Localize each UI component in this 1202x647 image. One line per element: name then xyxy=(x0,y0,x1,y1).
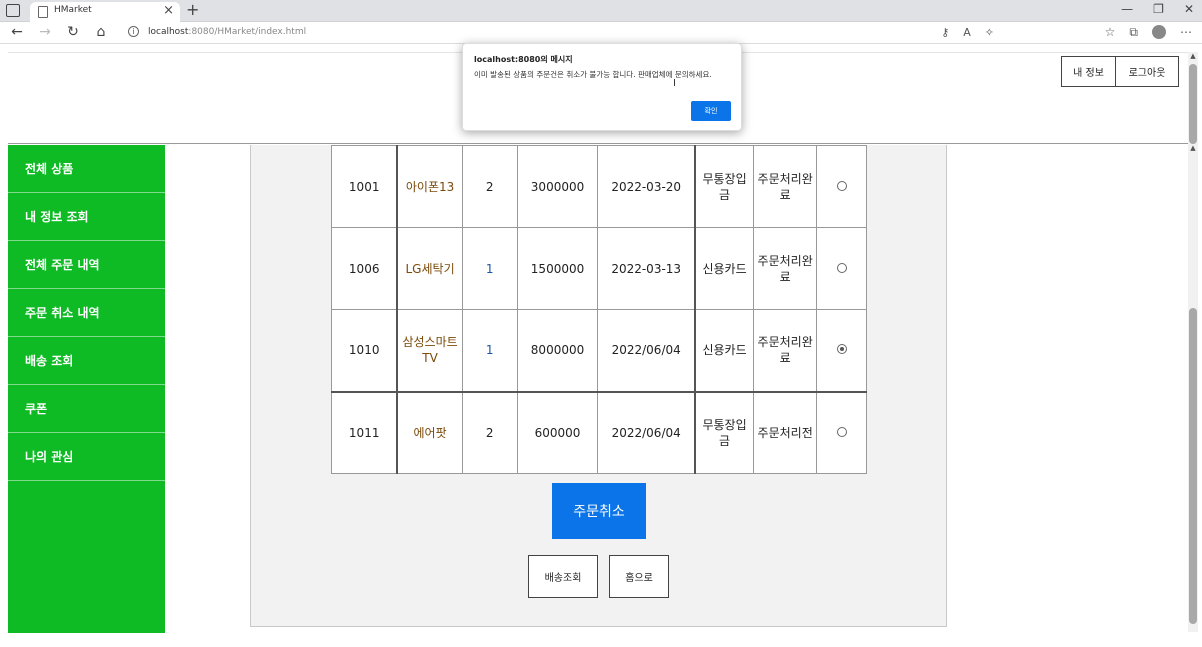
order-date-cell: 2022-03-13 xyxy=(597,227,696,310)
sidebar-item-my-info[interactable]: 내 정보 조회 xyxy=(8,193,165,241)
payment-method-cell: 무통장입금 xyxy=(693,390,755,474)
order-id-cell: 1011 xyxy=(331,390,398,474)
product-name-cell: 삼성스마트TV xyxy=(396,309,463,392)
window-controls: — ❐ ✕ xyxy=(1121,2,1194,16)
price-cell: 8000000 xyxy=(516,309,599,392)
sidebar: 전체 상품 내 정보 조회 전체 주문 내역 주문 취소 내역 배송 조회 쿠폰… xyxy=(8,145,165,633)
payment-method-cell: 신용카드 xyxy=(693,227,755,310)
key-icon[interactable]: ⚷ xyxy=(941,26,949,39)
select-cell xyxy=(816,309,867,392)
sidebar-item-all-orders[interactable]: 전체 주문 내역 xyxy=(8,241,165,289)
my-info-button[interactable]: 내 정보 xyxy=(1061,56,1116,87)
table-row: 1001 아이폰13 2 3000000 2022-03-20 무통장입금 주문… xyxy=(331,145,867,228)
header-scroll-thumb[interactable] xyxy=(1189,64,1197,144)
product-name-cell: 아이폰13 xyxy=(396,145,463,228)
quantity-cell: 1 xyxy=(461,227,518,310)
favorites-icon[interactable]: ☆ xyxy=(1105,25,1116,40)
order-date-cell: 2022/06/04 xyxy=(597,309,696,392)
forward-icon[interactable]: → xyxy=(36,24,54,40)
sidebar-item-cancellations[interactable]: 주문 취소 내역 xyxy=(8,289,165,337)
content-scroll-thumb[interactable] xyxy=(1189,308,1197,624)
track-delivery-button[interactable]: 배송조회 xyxy=(528,555,598,598)
home-button[interactable]: 홈으로 xyxy=(609,555,669,598)
order-select-radio[interactable] xyxy=(836,262,847,273)
new-tab-icon[interactable]: + xyxy=(186,0,199,19)
quantity-cell: 2 xyxy=(461,145,518,228)
payment-method-cell: 신용카드 xyxy=(693,309,755,392)
sidebar-item-coupons[interactable]: 쿠폰 xyxy=(8,385,165,433)
price-cell: 600000 xyxy=(516,390,599,474)
tab-actions-icon[interactable] xyxy=(6,4,20,17)
sidebar-item-all-products[interactable]: 전체 상품 xyxy=(8,145,165,193)
sidebar-item-interests[interactable]: 나의 관심 xyxy=(8,433,165,481)
extensions-icon[interactable]: ✧ xyxy=(985,26,994,39)
order-id-cell: 1001 xyxy=(331,145,398,228)
table-row: 1011 에어팟 2 600000 2022/06/04 무통장입금 주문처리전 xyxy=(331,390,867,474)
browser-navbar: ← → ↻ ⌂ i localhost:8080/HMarket/index.h… xyxy=(0,22,1202,44)
tab-title: HMarket xyxy=(54,5,92,15)
alert-ok-button[interactable]: 확인 xyxy=(691,101,731,121)
browser-tab[interactable]: HMarket × xyxy=(30,2,180,22)
more-menu-icon[interactable]: ⋯ xyxy=(1180,25,1192,40)
alert-dialog: localhost:8080의 메시지 이미 발송된 상품의 주문건은 취소가 … xyxy=(462,43,742,131)
back-icon[interactable]: ← xyxy=(8,24,26,40)
alert-message: 이미 발송된 상품의 주문건은 취소가 불가능 합니다. 판매업체에 문의하세요… xyxy=(474,70,712,79)
order-date-cell: 2022-03-20 xyxy=(597,145,696,228)
order-status-cell: 주문처리전 xyxy=(753,390,818,474)
select-cell xyxy=(816,390,867,474)
order-status-cell: 주문처리완료 xyxy=(753,227,818,310)
page-favicon-icon xyxy=(38,6,48,18)
site-info-icon[interactable]: i xyxy=(128,26,139,37)
window-close-icon[interactable]: ✕ xyxy=(1184,2,1194,16)
profile-avatar-icon[interactable] xyxy=(1152,25,1166,39)
table-row: 1010 삼성스마트TV 1 8000000 2022/06/04 신용카드 주… xyxy=(331,309,867,392)
read-aloud-icon[interactable]: A xyxy=(963,26,971,39)
restore-icon[interactable]: ❐ xyxy=(1153,2,1164,16)
scroll-up-icon[interactable]: ▲ xyxy=(1188,144,1198,152)
order-select-radio[interactable] xyxy=(836,426,847,437)
collections-icon[interactable]: ⧉ xyxy=(1129,25,1138,40)
orders-table: 1001 아이폰13 2 3000000 2022-03-20 무통장입금 주문… xyxy=(331,145,867,474)
order-status-cell: 주문처리완료 xyxy=(753,145,818,228)
product-name-cell: LG세탁기 xyxy=(396,227,463,310)
order-status-cell: 주문처리완료 xyxy=(753,309,818,392)
page-scrollbar[interactable]: ▲ ▲ xyxy=(1188,52,1198,632)
toolbar-icons: ☆ ⧉ ⋯ xyxy=(1105,25,1192,40)
alert-title: localhost:8080의 메시지 xyxy=(474,55,573,64)
order-select-radio[interactable] xyxy=(836,180,847,191)
select-cell xyxy=(816,145,867,228)
home-icon[interactable]: ⌂ xyxy=(92,24,110,40)
quantity-cell: 2 xyxy=(461,390,518,474)
product-name-cell: 에어팟 xyxy=(396,390,463,474)
order-date-cell: 2022/06/04 xyxy=(597,390,696,474)
select-cell xyxy=(816,227,867,310)
text-cursor-icon: I xyxy=(673,78,676,89)
logout-button[interactable]: 로그아웃 xyxy=(1115,56,1179,87)
minimize-icon[interactable]: — xyxy=(1121,2,1133,16)
tab-close-icon[interactable]: × xyxy=(163,3,174,18)
order-select-radio[interactable] xyxy=(836,344,847,355)
browser-tabstrip: HMarket × + — ❐ ✕ xyxy=(0,0,1202,22)
sidebar-item-delivery[interactable]: 배송 조회 xyxy=(8,337,165,385)
address-bar-icons: ⚷ A ✧ xyxy=(941,26,994,39)
order-id-cell: 1010 xyxy=(331,309,398,392)
price-cell: 3000000 xyxy=(516,145,599,228)
url-text[interactable]: localhost:8080/HMarket/index.html xyxy=(148,27,306,37)
quantity-cell: 1 xyxy=(461,309,518,392)
cancel-order-button[interactable]: 주문취소 xyxy=(552,483,646,539)
scroll-up-icon[interactable]: ▲ xyxy=(1188,52,1198,60)
table-row: 1006 LG세탁기 1 1500000 2022-03-13 신용카드 주문처… xyxy=(331,227,867,310)
address-bar[interactable]: i localhost:8080/HMarket/index.html ⚷ A … xyxy=(120,24,1000,42)
payment-method-cell: 무통장입금 xyxy=(693,145,755,228)
reload-icon[interactable]: ↻ xyxy=(64,24,82,40)
price-cell: 1500000 xyxy=(516,227,599,310)
order-id-cell: 1006 xyxy=(331,227,398,310)
